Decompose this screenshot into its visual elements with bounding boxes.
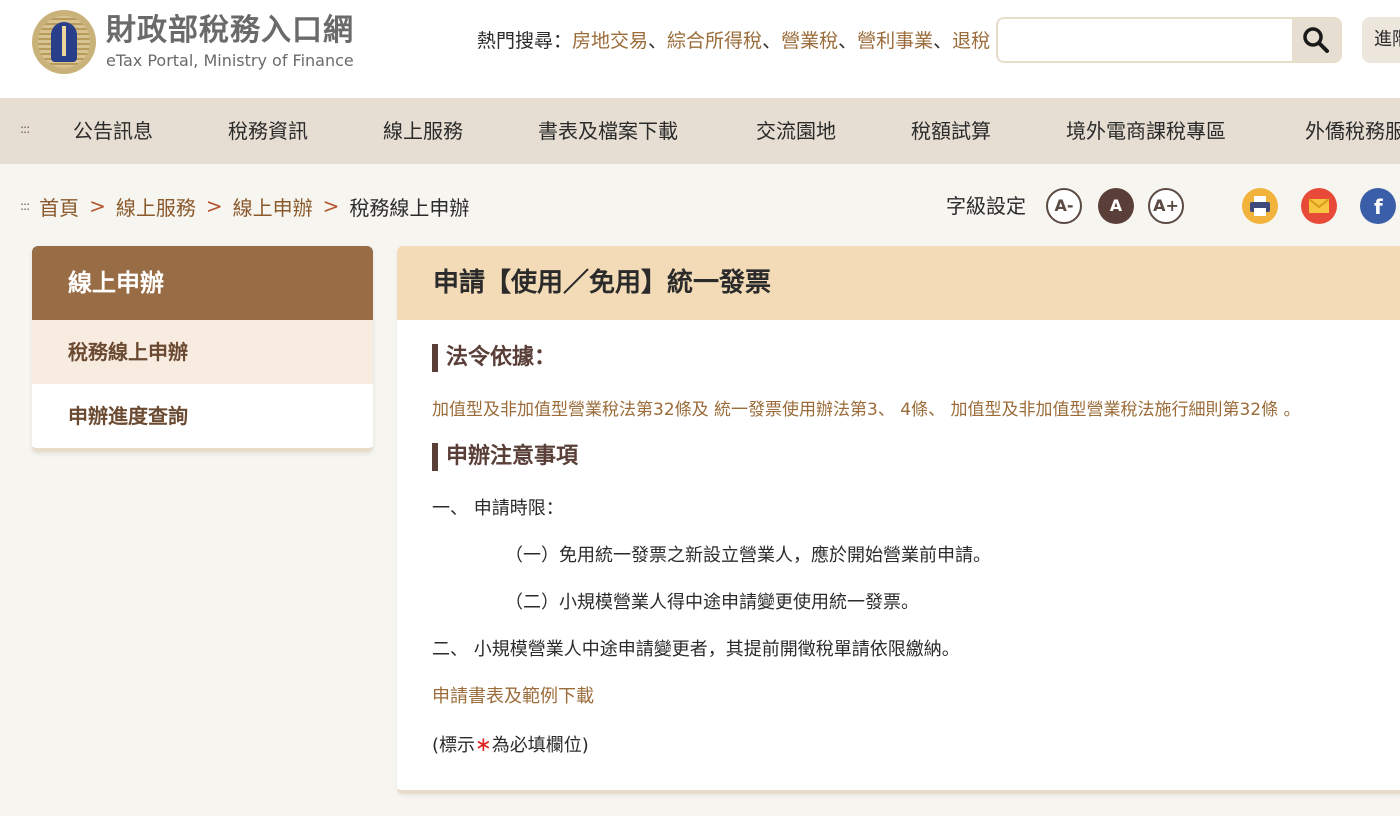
notes-heading: 申辦注意事項	[432, 443, 578, 471]
sidebar: 線上申辦 稅務線上申辦 申辦進度查詢	[32, 246, 373, 452]
facebook-share-button[interactable]: f	[1360, 188, 1396, 224]
breadcrumb-online-services[interactable]: 線上服務	[116, 192, 196, 221]
hot-term-refund[interactable]: 退稅	[952, 30, 990, 52]
mail-icon	[1308, 198, 1330, 213]
font-normal-button[interactable]: A	[1098, 188, 1134, 224]
hot-search: 熱門搜尋：房地交易、綜合所得稅、營業稅、營利事業、退稅	[477, 30, 991, 52]
required-field-note: (標示∗為必填欄位)	[432, 732, 589, 756]
law-basis-text[interactable]: 加值型及非加值型營業稅法第32條及 統一發票使用辦法第3、 4條、 加值型及非加…	[432, 398, 1301, 422]
note-item-2: 二、 小規模營業人中途申請變更者，其提前開徵稅單請依限繳納。	[432, 639, 960, 660]
search-input[interactable]	[998, 19, 1292, 61]
logo-subtitle: eTax Portal, Ministry of Finance	[106, 51, 354, 70]
sidebar-item-progress-query[interactable]: 申辦進度查詢	[32, 384, 373, 448]
nav-item-community[interactable]: 交流園地	[756, 98, 836, 164]
email-share-button[interactable]	[1301, 188, 1337, 224]
law-basis-heading: 法令依據：	[432, 344, 556, 372]
hot-term-real-estate[interactable]: 房地交易	[572, 30, 648, 52]
site-header: 財政部稅務入口網 eTax Portal, Ministry of Financ…	[0, 0, 1400, 98]
search-icon	[1303, 27, 1329, 53]
main-nav: ::: 公告訊息 稅務資訊 線上服務 書表及檔案下載 交流園地 稅額試算 境外電…	[0, 98, 1400, 164]
hot-search-label: 熱門搜尋：	[477, 30, 573, 52]
nav-item-announcements[interactable]: 公告訊息	[73, 98, 153, 164]
nav-item-tax-info[interactable]: 稅務資訊	[228, 98, 308, 164]
font-decrease-button[interactable]: A-	[1046, 188, 1082, 224]
font-size-label: 字級設定	[946, 194, 1026, 218]
sidebar-title: 線上申辦	[32, 246, 373, 320]
site-logo[interactable]: 財政部稅務入口網 eTax Portal, Ministry of Financ…	[32, 10, 354, 74]
breadcrumb-online-application[interactable]: 線上申辦	[233, 192, 313, 221]
form-download-link[interactable]: 申請書表及範例下載	[432, 684, 594, 710]
facebook-icon: f	[1374, 195, 1383, 219]
nav-item-cross-border-ecommerce[interactable]: 境外電商課稅專區	[1066, 98, 1226, 164]
sidebar-item-tax-online-application[interactable]: 稅務線上申辦	[32, 320, 373, 384]
note-item-1-sub-1: （一）免用統一發票之新設立營業人，應於開始營業前申請。	[505, 545, 991, 566]
hot-term-income-tax[interactable]: 綜合所得稅	[667, 30, 762, 52]
nav-item-online-services[interactable]: 線上服務	[383, 98, 463, 164]
breadcrumb-current: 稅務線上申辦	[349, 195, 470, 220]
note-item-1: 一、 申請時限：	[432, 498, 564, 519]
advanced-search-button[interactable]: 進階	[1362, 17, 1400, 63]
page-title: 申請【使用／免用】統一發票	[397, 246, 1400, 320]
hot-term-enterprise[interactable]: 營利事業	[857, 30, 933, 52]
search-button[interactable]	[1292, 19, 1340, 61]
svg-text:f: f	[1374, 195, 1383, 219]
note-item-1-sub-2: （二）小規模營業人得中途申請變更使用統一發票。	[505, 592, 919, 613]
font-increase-button[interactable]: A+	[1148, 188, 1184, 224]
breadcrumb-accesskey[interactable]: :::	[20, 199, 30, 213]
main-content: 申請【使用／免用】統一發票 法令依據： 加值型及非加值型營業稅法第32條及 統一…	[397, 246, 1400, 794]
ministry-emblem-icon	[32, 10, 96, 74]
breadcrumb-home[interactable]: 首頁	[39, 192, 79, 221]
logo-title: 財政部稅務入口網	[106, 13, 354, 48]
breadcrumb: ::: 首頁 > 線上服務 > 線上申辦 > 稅務線上申辦	[20, 190, 469, 222]
required-star-icon: ∗	[475, 732, 492, 756]
nav-accesskey[interactable]: :::	[20, 122, 30, 136]
print-button[interactable]	[1242, 188, 1278, 224]
nav-item-forms-download[interactable]: 書表及檔案下載	[538, 98, 678, 164]
printer-icon	[1250, 196, 1270, 216]
hot-term-business-tax[interactable]: 營業稅	[781, 30, 838, 52]
nav-item-foreign-tax-services[interactable]: 外僑稅務服	[1305, 98, 1400, 164]
search-box	[996, 17, 1342, 63]
nav-item-tax-calculator[interactable]: 稅額試算	[911, 98, 991, 164]
